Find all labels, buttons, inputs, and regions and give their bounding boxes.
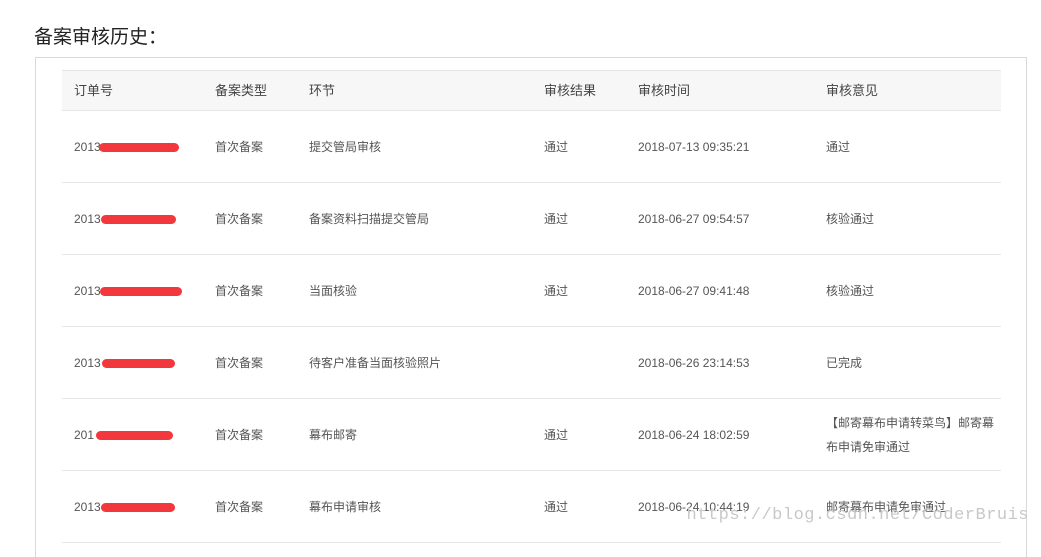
- table-row: 2013 首次备案 当面核验 通过 2018-06-27 09:41:48 核验…: [62, 255, 1001, 327]
- redaction-mark: [102, 358, 175, 368]
- review-opinion: 已完成: [826, 355, 863, 370]
- redaction-mark: [96, 430, 173, 440]
- review-time: 2018-06-26 23:14:53: [638, 355, 750, 370]
- step: 提交管局审核: [309, 139, 382, 154]
- watermark: https://blog.csdn.net/CoderBruis: [686, 506, 1029, 525]
- review-opinion: 【邮寄幕布申请转菜鸟】邮寄幕布申请免审通过: [826, 415, 995, 454]
- redaction-mark: [101, 214, 176, 224]
- review-opinion: 核验通过: [826, 283, 875, 298]
- order-number: 2013: [74, 211, 101, 226]
- step: 当面核验: [309, 283, 358, 298]
- header-filing-type: 备案类型: [215, 82, 268, 98]
- review-time: 2018-06-27 09:54:57: [638, 211, 750, 226]
- filing-type: 首次备案: [215, 283, 264, 298]
- table-row: 2013 首次备案 提交管局审核 通过 2018-07-13 09:35:21 …: [62, 111, 1001, 183]
- order-number: 2013: [74, 499, 101, 514]
- result: 通过: [544, 499, 569, 514]
- order-number: 201: [74, 427, 95, 442]
- order-number: 2013: [74, 283, 101, 298]
- step: 幕布邮寄: [309, 427, 358, 442]
- table-header-row: 订单号 备案类型 环节 审核结果 审核时间 审核意见: [62, 70, 1001, 111]
- result: 通过: [544, 427, 569, 442]
- header-step: 环节: [309, 82, 336, 98]
- redaction-mark: [101, 502, 175, 512]
- result: 通过: [544, 211, 569, 226]
- page-title: 备案审核历史：: [34, 27, 168, 48]
- order-number-cell: 2013: [74, 471, 204, 542]
- order-number-cell: 2013: [74, 255, 204, 326]
- result: [544, 327, 634, 398]
- result: 通过: [544, 139, 569, 154]
- review-time: 2018-06-27 09:41:48: [638, 283, 750, 298]
- result: 通过: [544, 283, 569, 298]
- review-time: 2018-07-13 09:35:21: [638, 139, 750, 154]
- order-number-cell: 2013: [74, 327, 204, 398]
- header-result: 审核结果: [544, 82, 597, 98]
- step: 幕布申请审核: [309, 499, 382, 514]
- order-number-cell: 2013: [74, 183, 204, 254]
- filing-type: 首次备案: [215, 211, 264, 226]
- order-number-cell: 2013: [74, 111, 204, 182]
- step: 待客户准备当面核验照片: [309, 355, 442, 370]
- filing-type: 首次备案: [215, 499, 264, 514]
- redaction-mark: [99, 142, 179, 152]
- review-time: 2018-06-24 18:02:59: [638, 427, 750, 442]
- order-number: 2013: [74, 139, 101, 154]
- table-row: 2013 首次备案 备案资料扫描提交管局 通过 2018-06-27 09:54…: [62, 183, 1001, 255]
- review-opinion: 核验通过: [826, 211, 875, 226]
- order-number: 2013: [74, 355, 101, 370]
- filing-type: 首次备案: [215, 355, 264, 370]
- table-row: 201 首次备案 幕布邮寄 通过 2018-06-24 18:02:59 【邮寄…: [62, 399, 1001, 471]
- filing-type: 首次备案: [215, 139, 264, 154]
- review-opinion: 通过: [826, 139, 851, 154]
- review-history-table: 订单号 备案类型 环节 审核结果 审核时间 审核意见 2013 首次备案 提交管…: [62, 70, 1001, 543]
- header-review-time: 审核时间: [638, 82, 691, 98]
- step: 备案资料扫描提交管局: [309, 211, 430, 226]
- redaction-mark: [100, 286, 182, 296]
- header-review-opinion: 审核意见: [826, 82, 879, 98]
- order-number-cell: 201: [74, 399, 204, 470]
- table-row: 2013 首次备案 待客户准备当面核验照片 2018-06-26 23:14:5…: [62, 327, 1001, 399]
- filing-type: 首次备案: [215, 427, 264, 442]
- header-order-number: 订单号: [74, 82, 114, 98]
